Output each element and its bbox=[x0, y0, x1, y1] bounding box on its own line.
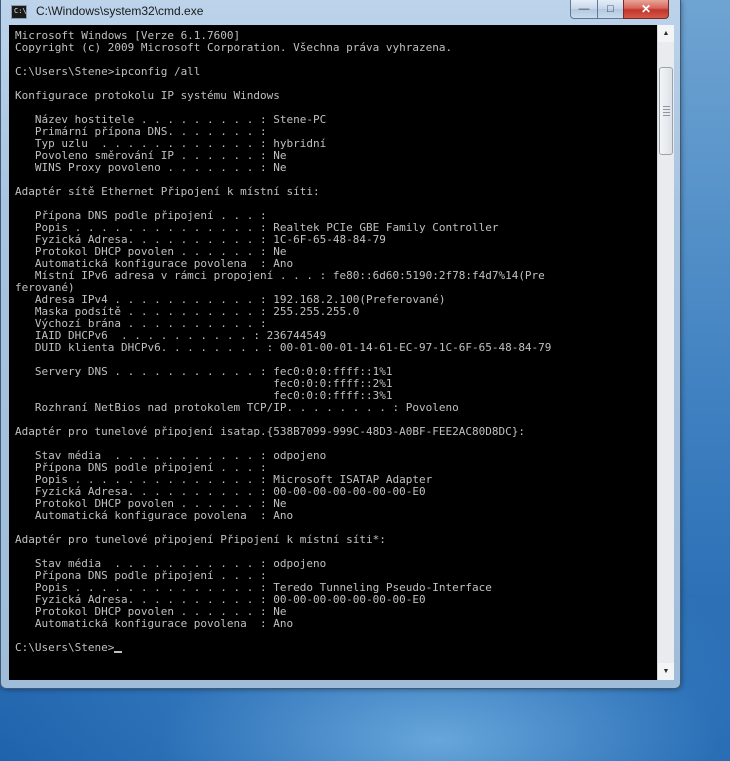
console-line: Adaptér pro tunelové připojení isatap.{5… bbox=[15, 425, 525, 438]
thumb-grip-line bbox=[663, 109, 670, 110]
scroll-up-button[interactable]: ▲ bbox=[658, 25, 674, 42]
scroll-down-button[interactable]: ▼ bbox=[658, 663, 674, 680]
window-title: C:\Windows\system32\cmd.exe bbox=[36, 4, 204, 18]
console-line: Adaptér sítě Ethernet Připojení k místní… bbox=[15, 185, 320, 198]
close-icon: ✕ bbox=[640, 2, 652, 16]
text-cursor bbox=[114, 651, 123, 653]
maximize-button[interactable]: □ bbox=[597, 0, 624, 19]
minimize-icon: — bbox=[578, 3, 590, 15]
console-line: Místní IPv6 adresa v rámci propojení . .… bbox=[15, 269, 545, 282]
vertical-scrollbar[interactable]: ▲ ▼ bbox=[657, 25, 674, 680]
cmd-window[interactable]: C:\ C:\Windows\system32\cmd.exe — □ ✕ Mi… bbox=[0, 0, 681, 689]
console-line: Copyright (c) 2009 Microsoft Corporation… bbox=[15, 41, 453, 54]
thumb-grip-line bbox=[663, 106, 670, 107]
console-line: DUID klienta DHCPv6. . . . . . . . : 00-… bbox=[15, 341, 552, 354]
console-line: Adaptér pro tunelové připojení Připojení… bbox=[15, 533, 386, 546]
console-line: WINS Proxy povoleno . . . . . . . : Ne bbox=[15, 161, 287, 174]
title-bar[interactable]: C:\ C:\Windows\system32\cmd.exe — □ ✕ bbox=[1, 0, 680, 24]
console-line: Konfigurace protokolu IP systému Windows bbox=[15, 89, 280, 102]
console-line: Rozhraní NetBios nad protokolem TCP/IP. … bbox=[15, 401, 459, 414]
console-line: C:\Users\Stene>ipconfig /all bbox=[15, 65, 201, 78]
scroll-thumb[interactable] bbox=[659, 67, 673, 155]
thumb-grip-line bbox=[663, 115, 670, 116]
console-prompt-line: C:\Users\Stene> bbox=[15, 642, 551, 654]
console-line: Automatická konfigurace povolena : Ano bbox=[15, 617, 294, 630]
maximize-icon: □ bbox=[607, 3, 614, 15]
console-output[interactable]: Microsoft Windows [Verze 6.1.7600] Copyri… bbox=[9, 25, 657, 680]
thumb-grip-line bbox=[663, 112, 670, 113]
cmd-app-icon[interactable]: C:\ bbox=[11, 5, 27, 19]
console-line: Automatická konfigurace povolena : Ano bbox=[15, 509, 294, 522]
scroll-down-arrow-icon: ▼ bbox=[662, 668, 670, 675]
close-button[interactable]: ✕ bbox=[623, 0, 669, 19]
minimize-button[interactable]: — bbox=[570, 0, 598, 19]
cmd-app-icon-text: C:\ bbox=[14, 7, 27, 15]
console-lines: Microsoft Windows [Verze 6.1.7600] Copyri… bbox=[15, 30, 551, 654]
scroll-up-arrow-icon: ▲ bbox=[662, 30, 670, 37]
